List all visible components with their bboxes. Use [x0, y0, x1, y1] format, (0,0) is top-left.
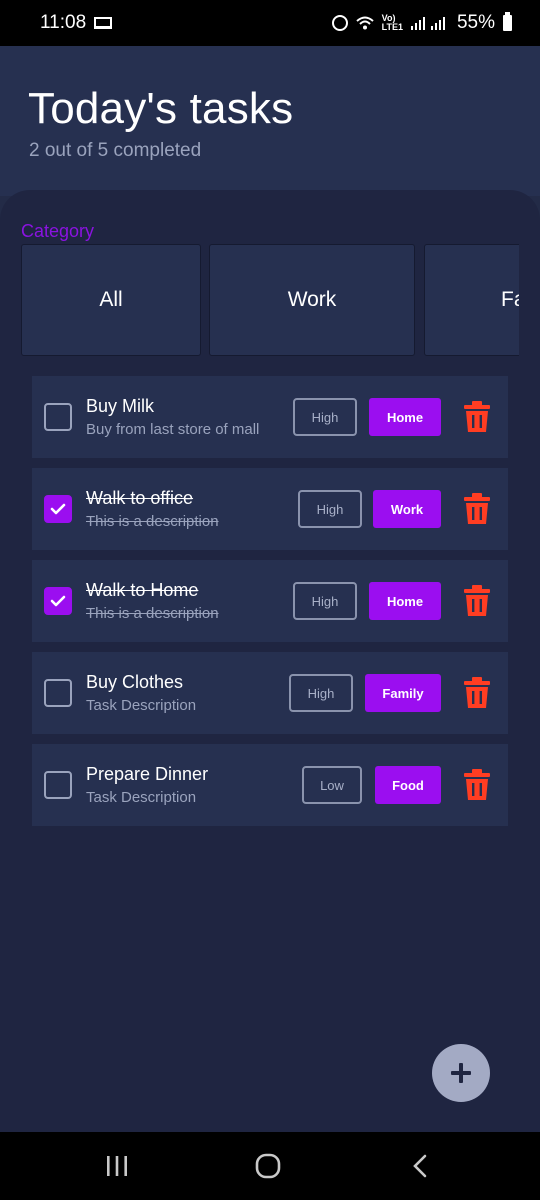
- task-description: This is a description: [86, 605, 219, 622]
- task-row[interactable]: Buy Milk Buy from last store of mall Hig…: [32, 376, 508, 458]
- battery-icon: [503, 12, 512, 31]
- task-title: Buy Milk: [86, 396, 155, 416]
- category-filter-strip[interactable]: All Work Fa: [21, 244, 519, 356]
- home-button[interactable]: [248, 1150, 288, 1182]
- back-icon: [413, 1154, 427, 1178]
- task-row[interactable]: Buy Clothes Task Description High Family: [32, 652, 508, 734]
- task-description: Task Description: [86, 697, 197, 714]
- task-title: Walk to Home: [86, 580, 199, 600]
- category-badge: Home: [369, 398, 441, 436]
- delete-button[interactable]: [462, 768, 492, 802]
- trash-icon: [464, 401, 490, 432]
- category-work[interactable]: Work: [209, 244, 415, 356]
- status-bar: 11:08 Vo) LTE1 55%: [0, 0, 540, 46]
- plus-icon: [451, 1063, 471, 1083]
- back-button[interactable]: [400, 1150, 440, 1182]
- trash-icon: [464, 677, 490, 708]
- category-family[interactable]: Fa: [424, 244, 519, 356]
- status-left: 11:08: [40, 12, 113, 34]
- category-badge: Family: [365, 674, 441, 712]
- priority-badge: High: [298, 490, 362, 528]
- task-checkbox[interactable]: [44, 587, 72, 615]
- category-all[interactable]: All: [21, 244, 201, 356]
- navigation-bar: [0, 1132, 540, 1200]
- category-badge: Home: [369, 582, 441, 620]
- wifi-icon: [355, 16, 374, 30]
- task-description: This is a description: [86, 513, 219, 530]
- trash-icon: [464, 585, 490, 616]
- category-badge: Work: [373, 490, 441, 528]
- task-checkbox[interactable]: [44, 495, 72, 523]
- task-title: Buy Clothes: [86, 672, 184, 692]
- page-title: Today's tasks: [28, 84, 294, 133]
- category-label: Category: [21, 221, 95, 241]
- task-checkbox[interactable]: [44, 771, 72, 799]
- task-title: Walk to office: [86, 488, 194, 508]
- task-checkbox[interactable]: [44, 679, 72, 707]
- completion-summary: 2 out of 5 completed: [29, 140, 202, 161]
- delete-button[interactable]: [462, 400, 492, 434]
- delete-button[interactable]: [462, 584, 492, 618]
- delete-button[interactable]: [462, 676, 492, 710]
- trash-icon: [464, 493, 490, 524]
- status-right: Vo) LTE1 55%: [331, 12, 512, 34]
- task-checkbox[interactable]: [44, 403, 72, 431]
- lte-indicator: Vo) LTE1: [381, 13, 403, 32]
- header: Today's tasks 2 out of 5 completed: [0, 46, 540, 196]
- priority-badge: High: [293, 582, 357, 620]
- category-badge: Food: [375, 766, 441, 804]
- signal-icon: [410, 16, 449, 30]
- task-row[interactable]: Walk to Home This is a description High …: [32, 560, 508, 642]
- battery-percent: 55%: [456, 12, 495, 33]
- add-task-button[interactable]: [432, 1044, 490, 1102]
- delete-button[interactable]: [462, 492, 492, 526]
- trash-icon: [464, 769, 490, 800]
- task-title: Prepare Dinner: [86, 764, 209, 784]
- home-icon: [255, 1153, 281, 1179]
- priority-badge: High: [293, 398, 357, 436]
- recent-apps-button[interactable]: [97, 1150, 137, 1182]
- task-description: Task Description: [86, 789, 197, 806]
- status-time: 11:08: [40, 12, 87, 33]
- check-icon: [50, 595, 66, 607]
- laptop-icon: [94, 17, 113, 29]
- task-row[interactable]: Walk to office This is a description Hig…: [32, 468, 508, 550]
- recent-apps-icon: [107, 1156, 127, 1176]
- task-description: Buy from last store of mall: [86, 421, 260, 438]
- task-row[interactable]: Prepare Dinner Task Description Low Food: [32, 744, 508, 826]
- check-icon: [50, 503, 66, 515]
- priority-badge: Low: [302, 766, 362, 804]
- priority-badge: High: [289, 674, 353, 712]
- alarm-icon: [331, 15, 348, 31]
